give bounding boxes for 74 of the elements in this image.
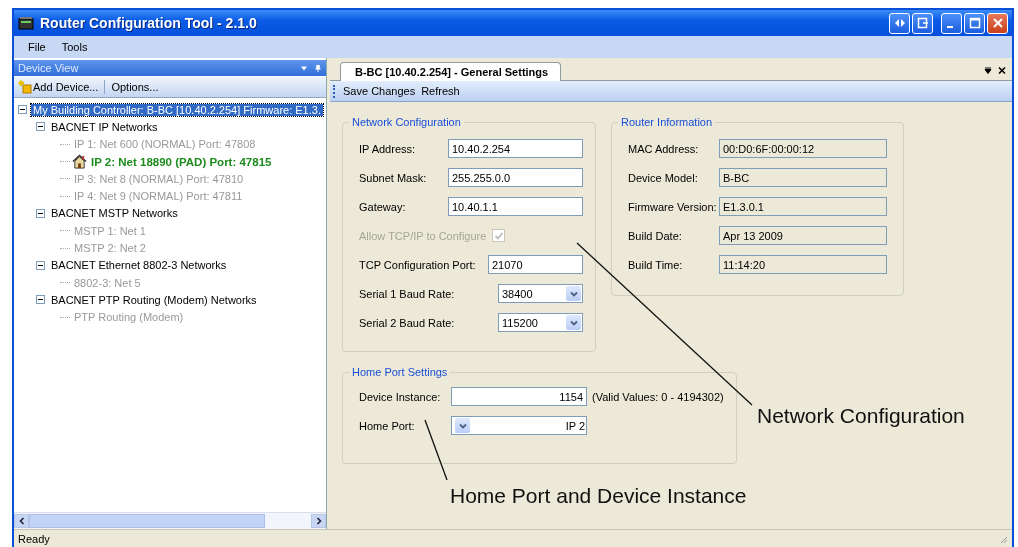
scroll-left-icon[interactable] [14,514,29,528]
callout-label: Network Configuration [757,404,965,428]
house-icon [72,154,87,170]
toolbar-button[interactable]: Options... [107,81,163,93]
field-label: Serial 2 Baud Rate: [359,316,456,329]
close-icon[interactable] [998,65,1006,75]
readonly-field: Apr 13 2009 [719,226,887,245]
collapse-icon[interactable] [36,260,45,270]
left-right-arrows-icon[interactable] [889,12,910,34]
dropdown-field[interactable]: 115200 [498,313,583,332]
toolbar-button[interactable]: Refresh [418,85,463,97]
tree-item[interactable]: BACNET PTP Routing (Modem) Networks [49,293,259,306]
field-label: IP Address: [359,142,417,155]
tree-item[interactable]: My Building Controller: B-BC [10.40.2.254] Firmware: E1.3. [31,103,323,116]
tree-item[interactable]: IP 2: Net 18890 (PAD) Port: 47815 [89,155,274,168]
field-label: Serial 1 Baud Rate: [359,287,456,300]
callout-label: Home Port and Device Instance [450,484,747,508]
field-label: Build Date: [628,229,683,242]
field-label: Subnet Mask: [359,171,428,184]
maximize-icon [968,17,981,29]
input-field[interactable]: 255.255.0.0 [448,168,583,187]
input-field[interactable]: 10.40.1.1 [448,197,583,216]
leader-line [424,419,448,481]
input-field[interactable]: 1154 [451,387,587,406]
collapse-icon[interactable] [18,105,27,115]
menu-item[interactable]: File [20,41,54,53]
tree-item[interactable]: BACNET MSTP Networks [49,207,180,220]
chevron-down-icon [455,418,470,433]
close-icon [991,17,1004,29]
panel-title: Device View [18,62,79,74]
readonly-field: B-BC [719,168,887,187]
field-label: Gateway: [359,200,407,213]
group-title: Router Information [620,116,714,128]
status-text: Ready [18,532,50,545]
field-label: Home Port: [359,419,416,432]
field-label: Firmware Version: [628,200,718,213]
chevron-down-icon [566,315,581,330]
window-title: Router Configuration Tool - 2.1.0 [40,15,257,31]
readonly-field: E1.3.0.1 [719,197,887,216]
input-field[interactable]: 21070 [488,255,583,274]
minimize-icon [946,26,953,28]
dropdown-icon[interactable] [984,65,992,75]
field-label: Device Model: [628,171,699,184]
toolbar-button[interactable]: Add Device... [14,80,103,94]
input-field[interactable]: 10.40.2.254 [448,139,583,158]
dropdown-field[interactable]: IP 2 [451,416,587,435]
toolbar-button[interactable]: Save Changes [340,85,419,97]
maximize-button[interactable] [964,12,985,34]
scrollbar-thumb[interactable] [29,514,265,528]
close-button[interactable] [987,12,1008,34]
minimize-button[interactable] [941,12,962,34]
readonly-field: 00:D0:6F:00:00:12 [719,139,887,158]
add-icon [18,80,32,94]
field-label: MAC Address: [628,142,700,155]
field-label: Device Instance: [359,390,442,403]
field-label: Build Time: [628,258,684,271]
device-icon [18,16,34,30]
chevron-down-icon [566,286,581,301]
collapse-icon[interactable] [36,295,45,305]
collapse-icon[interactable] [36,208,45,218]
menu-item[interactable]: Tools [53,41,96,53]
horizontal-scrollbar[interactable] [14,512,326,529]
field-label: TCP Configuration Port: [359,258,477,271]
tree-item[interactable]: BACNET Ethernet 8802-3 Networks [49,259,229,272]
checkbox-label: Allow TCP/IP to Configure [359,229,487,242]
group-title: Home Port Settings [351,366,449,378]
dropdown-field[interactable]: 38400 [498,284,583,303]
hint-text: (Valid Values: 0 - 4194302) [592,390,724,403]
document-tab[interactable]: B-BC [10.40.2.254] - General Settings [340,62,562,81]
tree-item[interactable]: BACNET IP Networks [49,120,160,133]
scroll-right-icon[interactable] [311,514,326,528]
group-title: Network Configuration [351,116,462,128]
readonly-field: 11:14:20 [719,255,887,274]
collapse-icon[interactable] [36,122,45,132]
